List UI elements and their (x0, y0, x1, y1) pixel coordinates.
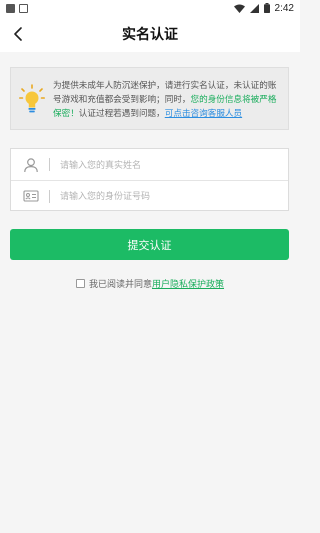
notice-text: 为提供未成年人防沉迷保护，请进行实名认证，未认证的账号游戏和充值都会受到影响；同… (53, 78, 280, 120)
signal-icon (249, 3, 259, 13)
notification-icon (6, 3, 15, 13)
back-button[interactable] (6, 22, 30, 46)
id-number-input[interactable] (60, 191, 288, 201)
privacy-policy-link[interactable]: 用户隐私保护政策 (152, 277, 224, 290)
contact-support-link[interactable]: 可点击咨询客服人员 (165, 108, 242, 118)
notice-text-help: 认证过程若遇到问题， (78, 107, 165, 118)
id-separator (49, 189, 50, 203)
user-icon (24, 157, 38, 172)
status-left (6, 3, 28, 13)
battery-icon (263, 3, 270, 13)
status-time: 2:42 (274, 2, 294, 14)
nav-bar: 实名认证 (0, 16, 300, 52)
verification-form (10, 148, 289, 211)
name-separator (49, 158, 50, 171)
status-right: 2:42 (233, 2, 294, 14)
status-bar: 2:42 (0, 0, 300, 16)
agreement-row: 我已阅读并同意 用户隐私保护政策 (0, 276, 300, 290)
name-row (11, 149, 288, 180)
lightbulb-icon (19, 83, 45, 112)
notice-box: 为提供未成年人防沉迷保护，请进行实名认证，未认证的账号游戏和充值都会受到影响；同… (10, 67, 289, 130)
id-row (11, 180, 288, 211)
wifi-icon (233, 4, 245, 13)
submit-button[interactable]: 提交认证 (10, 229, 289, 260)
agreement-prefix: 我已阅读并同意 (88, 278, 152, 289)
id-card-icon (23, 190, 39, 202)
page-title: 实名认证 (122, 26, 178, 42)
agree-checkbox[interactable] (75, 278, 85, 288)
image-notification-icon (19, 3, 28, 13)
chevron-left-icon (14, 27, 22, 41)
real-name-input[interactable] (60, 159, 288, 170)
